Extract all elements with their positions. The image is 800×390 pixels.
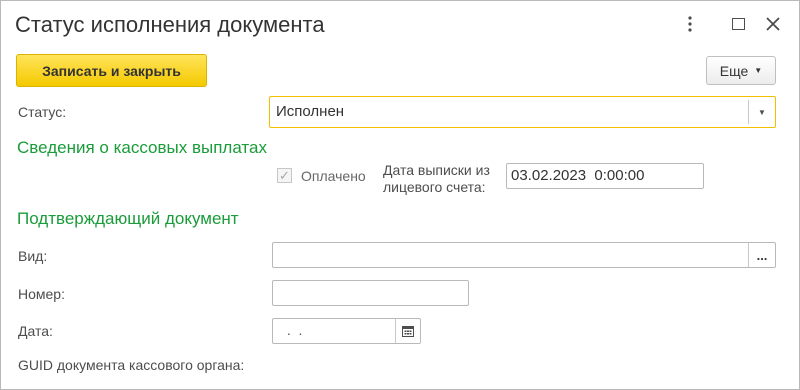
number-label: Номер: — [18, 286, 65, 302]
date-label: Дата: — [18, 323, 53, 339]
paid-checkbox[interactable]: ✓ — [277, 168, 292, 183]
date-value: . . — [283, 322, 303, 338]
type-label: Вид: — [18, 248, 48, 264]
more-actions-button[interactable]: Еще ▼ — [706, 56, 776, 85]
dialog-window: Статус исполнения документа Записать и з… — [0, 0, 800, 390]
dropdown-arrow-icon[interactable]: ▼ — [748, 100, 775, 124]
payments-section-title: Сведения о кассовых выплатах — [17, 138, 267, 157]
calendar-icon[interactable] — [395, 319, 420, 343]
statement-date-value: 03.02.2023 0:00:00 — [511, 167, 645, 184]
number-input[interactable] — [272, 280, 469, 306]
more-vertical-icon[interactable] — [678, 11, 702, 37]
type-input[interactable]: ... — [272, 242, 776, 268]
status-value: Исполнен — [276, 103, 345, 120]
more-actions-label: Еще — [719, 62, 749, 79]
close-icon[interactable] — [761, 11, 785, 37]
maximize-icon[interactable] — [726, 11, 750, 37]
confirm-section-title: Подтверждающий документ — [17, 209, 239, 228]
select-from-list-button[interactable]: ... — [748, 243, 775, 267]
window-title: Статус исполнения документа — [15, 12, 325, 37]
status-label: Статус: — [18, 104, 67, 120]
statement-date-label-line1: Дата выписки из — [383, 162, 490, 178]
statement-date-field[interactable]: 03.02.2023 0:00:00 — [506, 163, 704, 189]
statement-date-label-line2: лицевого счета: — [383, 179, 486, 195]
statement-date-label: Дата выписки из лицевого счета: — [383, 162, 490, 196]
chevron-down-icon: ▼ — [754, 66, 763, 75]
date-input[interactable]: . . — [272, 318, 421, 344]
status-select[interactable]: Исполнен ▼ — [269, 96, 776, 128]
guid-label: GUID документа кассового органа: — [18, 357, 245, 373]
save-and-close-button[interactable]: Записать и закрыть — [16, 54, 207, 87]
paid-label: Оплачено — [301, 168, 366, 184]
checkmark-icon: ✓ — [279, 168, 290, 183]
